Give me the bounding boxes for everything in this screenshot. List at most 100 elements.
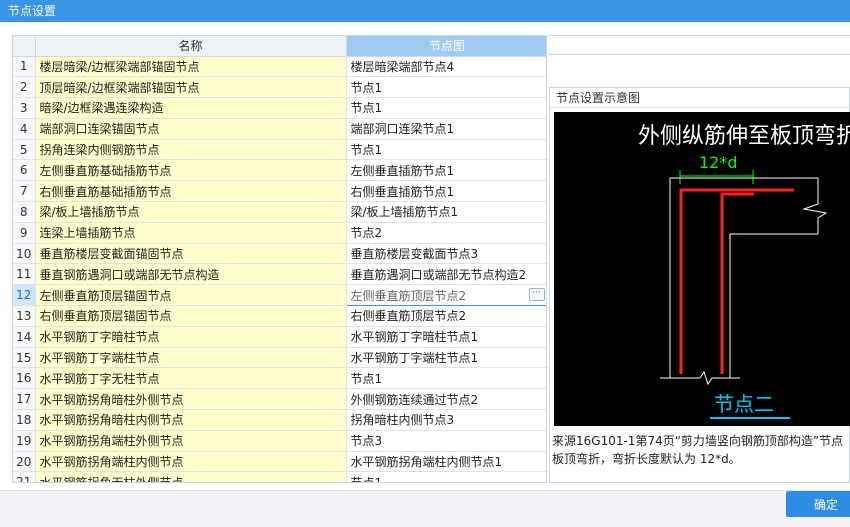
node-diagram-cell[interactable]: 节点1 — [346, 139, 546, 161]
table-row[interactable]: 6 左侧垂直筋基础插筋节点 左侧垂直插筋节点1 — [13, 159, 546, 182]
node-label: 节点二 — [714, 392, 774, 416]
node-diagram-value: 右侧垂直筋顶层节点2 — [350, 309, 467, 324]
node-diagram-cell[interactable]: 节点1 — [346, 471, 546, 483]
table-row[interactable]: 20 水平钢筋拐角端柱内侧节点 水平钢筋拐角端柱内侧节点1 — [13, 451, 546, 473]
row-number-header — [13, 36, 36, 57]
node-diagram-value: 水平钢筋丁字暗柱节点1 — [350, 330, 479, 345]
node-name-cell: 水平钢筋拐角端柱外侧节点 — [35, 430, 347, 452]
table-row[interactable]: 2 顶层暗梁/边框梁端部锚固节点 节点1 — [13, 76, 546, 99]
node-diagram-value: 拐角暗柱内侧节点3 — [350, 413, 455, 428]
browse-ellipsis-button[interactable]: ··· — [528, 288, 545, 302]
table-body: 1 楼层暗梁/边框梁端部锚固节点 楼层暗梁端部节点4 2 顶层暗梁/边框梁端部锚固节点节… — [13, 56, 546, 483]
table-row[interactable]: 12 左侧垂直筋顶层锚固节点 左侧垂直筋顶层节点2 ··· — [13, 284, 546, 307]
table-row[interactable]: 9 连梁上墙插筋节点 节点2 — [13, 222, 546, 244]
node-name-cell: 水平钢筋拐角暗柱内侧节点 — [35, 409, 347, 431]
node-diagram-cell[interactable]: 节点1 — [346, 367, 546, 390]
row-number: 7 — [13, 180, 36, 203]
node-name-cell: 暗梁/边框梁遇连梁构造 — [35, 97, 347, 119]
row-number: 8 — [13, 201, 36, 223]
dimension-label: 12*d — [699, 153, 738, 172]
row-number: 18 — [13, 409, 36, 431]
node-name-cell: 水平钢筋丁字暗柱节点 — [35, 326, 347, 348]
row-number: 3 — [13, 97, 36, 119]
row-number: 2 — [13, 76, 36, 99]
table-row[interactable]: 19 水平钢筋拐角端柱外侧节点 节点3 — [13, 430, 546, 452]
node-diagram-cell[interactable]: 左侧垂直插筋节点1 — [346, 159, 546, 182]
node-diagram-cell[interactable]: 节点1 — [346, 97, 546, 119]
node-diagram-value: 端部洞口连梁节点1 — [350, 122, 455, 137]
table-row[interactable]: 11 垂直钢筋遇洞口或端部无节点构造 垂直筋遇洞口或端部无节点构造2 — [13, 263, 546, 286]
row-number: 16 — [13, 367, 36, 390]
node-diagram-cell[interactable]: 节点3 — [346, 430, 546, 452]
table-row[interactable]: 13 右侧垂直筋顶层锚固节点 右侧垂直筋顶层节点2 — [13, 305, 546, 327]
node-diagram-value: 梁/板上墙插筋节点1 — [350, 205, 459, 220]
node-diagram-cell[interactable]: 楼层暗梁端部节点4 — [346, 56, 546, 78]
preview-panel-title: 节点设置示意图 — [550, 88, 849, 108]
node-diagram-cell[interactable]: 端部洞口连梁节点1 — [346, 118, 546, 140]
table-row[interactable]: 10 垂直筋楼层变截面锚固节点 垂直筋楼层变截面节点3 — [13, 243, 546, 265]
row-number: 10 — [13, 243, 36, 265]
node-name-cell: 梁/板上墙插筋节点 — [35, 201, 347, 223]
table-row[interactable]: 16 水平钢筋丁字无柱节点 节点1 — [13, 367, 546, 390]
node-diagram-value: 水平钢筋丁字端柱节点1 — [350, 351, 479, 366]
node-diagram-cell[interactable]: 水平钢筋丁字暗柱节点1 — [346, 326, 546, 348]
window-title: 节点设置 — [0, 0, 850, 22]
node-diagram-cell[interactable]: 外侧钢筋连续通过节点2 — [346, 388, 546, 411]
table-row[interactable]: 21 水平钢筋拐角无柱外侧节点 节点1 — [13, 471, 546, 483]
node-diagram-value: 节点2 — [350, 226, 383, 241]
table-row[interactable]: 1 楼层暗梁/边框梁端部锚固节点 楼层暗梁端部节点4 — [13, 56, 546, 78]
node-diagram-value: 节点1 — [350, 143, 383, 158]
node-name-cell: 顶层暗梁/边框梁端部锚固节点 — [35, 76, 347, 99]
node-name-cell: 垂直钢筋遇洞口或端部无节点构造 — [35, 263, 347, 286]
row-number: 13 — [13, 305, 36, 327]
node-name-cell: 水平钢筋丁字无柱节点 — [35, 367, 347, 390]
node-name-cell: 垂直筋楼层变截面锚固节点 — [35, 243, 347, 265]
table-row[interactable]: 4 端部洞口连梁锚固节点 端部洞口连梁节点1 — [13, 118, 546, 140]
table-row[interactable]: 18 水平钢筋拐角暗柱内侧节点 拐角暗柱内侧节点3 — [13, 409, 546, 431]
node-diagram-value: 节点1 — [350, 371, 383, 386]
node-diagram-cell[interactable]: 垂直筋楼层变截面节点3 — [346, 243, 546, 265]
node-settings-grid: 名称 节点图 1 楼层暗梁/边框梁端部锚固节点 楼层暗梁端部节点4 2 顶层暗梁/边框梁… — [12, 35, 547, 483]
dialog-footer — [0, 490, 850, 527]
node-name-cell: 水平钢筋拐角无柱外侧节点 — [35, 471, 347, 482]
table-row[interactable]: 8 梁/板上墙插筋节点 梁/板上墙插筋节点1 — [13, 201, 546, 223]
row-number: 20 — [13, 451, 36, 473]
node-diagram-value: 节点1 — [350, 475, 383, 483]
table-row[interactable]: 7 右侧垂直筋基础插筋节点 右侧垂直插筋节点1 — [13, 180, 546, 203]
column-header-node[interactable]: 节点图 — [346, 36, 546, 57]
node-diagram-cell[interactable]: 垂直筋遇洞口或端部无节点构造2 — [346, 263, 546, 286]
node-diagram-cell[interactable]: 拐角暗柱内侧节点3 — [346, 409, 546, 431]
node-diagram-value: 左侧垂直插筋节点1 — [350, 163, 455, 178]
diagram-heading: 外侧纵筋伸至板顶弯折 — [638, 124, 850, 149]
node-diagram-cell[interactable]: 水平钢筋拐角端柱内侧节点1 — [346, 451, 546, 473]
node-diagram-cell[interactable]: 节点1 — [346, 76, 546, 99]
node-diagram-value: 垂直筋遇洞口或端部无节点构造2 — [350, 267, 527, 282]
node-diagram-cell[interactable]: 右侧垂直筋顶层节点2 — [346, 305, 546, 327]
ok-button[interactable]: 确定 — [786, 491, 850, 517]
row-number: 12 — [13, 284, 36, 307]
node-diagram-cell[interactable]: 水平钢筋丁字端柱节点1 — [346, 347, 546, 369]
node-preview-panel: 节点设置示意图 外侧纵筋伸至板顶弯折 12*d 节点二 来源16G101-1第7… — [549, 87, 850, 483]
node-diagram-cell[interactable]: 左侧垂直筋顶层节点2 ··· — [345, 284, 546, 307]
table-row[interactable]: 3 暗梁/边框梁遇连梁构造 节点1 — [13, 97, 546, 119]
node-diagram-cell[interactable]: 节点2 — [346, 222, 546, 244]
node-diagram-value: 左侧垂直筋顶层节点2 — [350, 288, 467, 303]
table-row[interactable]: 15 水平钢筋丁字端柱节点 水平钢筋丁字端柱节点1 — [13, 347, 546, 369]
node-diagram-cell[interactable]: 右侧垂直插筋节点1 — [346, 180, 546, 203]
column-header-name[interactable]: 名称 — [35, 36, 347, 57]
row-number: 19 — [13, 430, 36, 452]
row-number: 5 — [13, 139, 36, 161]
node-diagram-value: 水平钢筋拐角端柱内侧节点1 — [350, 455, 503, 470]
node-name-cell: 左侧垂直筋基础插筋节点 — [35, 159, 347, 182]
node-diagram-cell[interactable]: 梁/板上墙插筋节点1 — [346, 201, 546, 223]
row-number: 6 — [13, 159, 36, 182]
node-name-cell: 端部洞口连梁锚固节点 — [35, 118, 347, 140]
node-diagram: 外侧纵筋伸至板顶弯折 12*d 节点二 — [554, 112, 850, 426]
node-diagram-svg: 外侧纵筋伸至板顶弯折 12*d 节点二 — [554, 112, 850, 426]
table-row[interactable]: 5 拐角连梁内侧钢筋节点 节点1 — [13, 139, 546, 161]
row-number: 11 — [13, 263, 36, 286]
table-row[interactable]: 17 水平钢筋拐角暗柱外侧节点 外侧钢筋连续通过节点2 — [13, 388, 546, 411]
node-diagram-value: 外侧钢筋连续通过节点2 — [350, 392, 479, 407]
node-diagram-value: 垂直筋楼层变截面节点3 — [350, 247, 479, 262]
table-row[interactable]: 14 水平钢筋丁字暗柱节点 水平钢筋丁字暗柱节点1 — [13, 326, 546, 348]
